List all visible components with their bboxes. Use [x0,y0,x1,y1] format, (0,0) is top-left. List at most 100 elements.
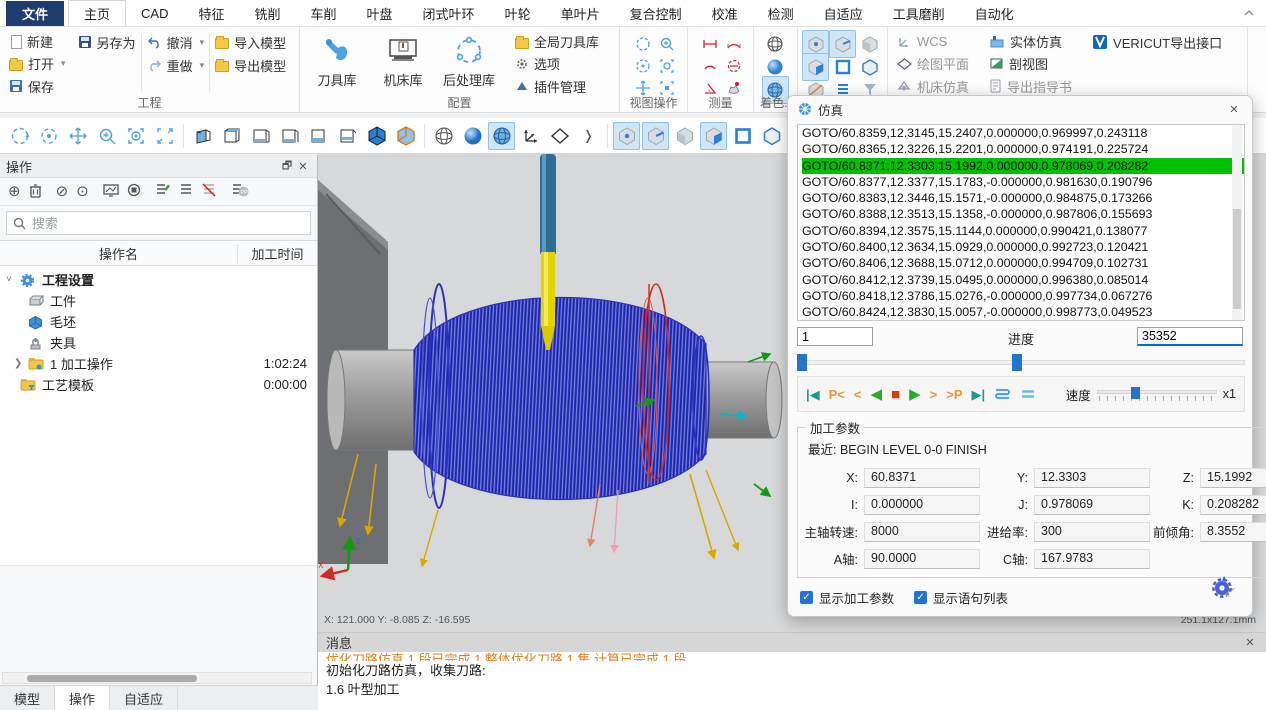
menu-file-tab[interactable]: 文件 [6,1,64,26]
goto-line[interactable]: GOTO/60.8394,12.3575,15.1144,0.000000,0.… [802,223,1244,239]
dropdown-arrow-icon[interactable]: ▾ [200,60,205,71]
pick-face-icon[interactable] [671,122,698,150]
goto-line[interactable]: GOTO/60.8377,12.3377,15.1783,-0.000000,0… [802,174,1244,190]
disable-operation-icon[interactable]: ⊙ [76,184,89,199]
view-top-icon[interactable] [305,122,332,150]
menu-tab[interactable]: 工具磨削 [878,0,960,26]
step-back-button[interactable]: < [854,388,862,401]
post-process-icon[interactable]: PP [231,183,249,200]
slider-handle-progress[interactable] [1012,354,1022,371]
progress-slider[interactable] [797,354,1245,372]
view-bottom-icon[interactable] [334,122,361,150]
panel-tab[interactable]: 模型 [0,686,55,710]
export-model-button[interactable]: 导出模型 [212,55,289,75]
section-view-button[interactable]: 剖视图 [986,54,1075,73]
goto-line[interactable]: GOTO/60.8383,12.3446,15.1571,-0.000000,0… [802,190,1244,206]
orbit-icon[interactable] [6,122,33,150]
show-statement-list-checkbox[interactable]: ✓ 显示语句列表 [914,588,1008,607]
export-guide-button[interactable]: 导出指导书 [986,77,1075,96]
draw-plane-toggle-icon[interactable] [546,122,573,150]
simulation-settings-icon[interactable] [1210,574,1238,603]
menu-tab[interactable]: 主页 [68,0,126,26]
axis-triad-icon[interactable] [517,122,544,150]
zoom-in-icon[interactable] [93,122,120,150]
panel-tab[interactable]: 操作 [55,686,110,710]
shaded-edges-globe-icon[interactable] [488,122,515,150]
expand-icon[interactable]: ❯ [14,358,28,369]
float-panel-icon[interactable]: 🗗 [279,158,295,174]
overflow-icon[interactable]: ❭ [575,122,602,150]
close-dialog-icon[interactable]: ✕ [1226,101,1242,117]
column-name[interactable]: 操作名 [0,244,237,263]
orbit-center-icon[interactable] [35,122,62,150]
panel-tab[interactable]: 自适应 [110,686,178,710]
menu-tab[interactable]: CAD [126,0,183,26]
goto-line[interactable]: GOTO/60.8418,12.3786,15.0276,-0.000000,0… [802,288,1244,304]
tool-library-button[interactable]: 刀具库 [306,30,368,96]
menu-tab[interactable]: 铣削 [240,0,296,26]
tree-row-workpiece[interactable]: 工件 [0,290,317,311]
column-time[interactable]: 加工时间 [237,244,317,263]
shaded-sphere-icon[interactable] [459,122,486,150]
goto-line[interactable]: GOTO/60.8388,12.3513,15.1358,-0.000000,0… [802,206,1244,222]
zoom-window-icon[interactable] [122,122,149,150]
solid-sim-button[interactable]: 实体仿真 [986,32,1075,51]
speed-slider[interactable] [1097,387,1217,401]
wireframe-globe-icon[interactable] [430,122,457,150]
menu-tab[interactable]: 复合控制 [615,0,697,26]
clear-list-icon[interactable] [201,183,217,200]
menu-tab[interactable]: 检测 [753,0,809,26]
view-left-icon[interactable] [247,122,274,150]
undo-button[interactable]: 撤消▾ [144,32,208,52]
delete-operation-icon[interactable] [29,183,42,201]
prev-operation-button[interactable]: P< [829,388,845,401]
machine-sim-button[interactable]: 机床仿真 [894,77,972,96]
tree-row-op-group[interactable]: ❯ 1 加工操作 1:02:24 [0,353,317,374]
scrollbar-thumb[interactable] [1233,209,1241,309]
tree-row-blank[interactable]: 毛坯 [0,311,317,332]
speed-handle[interactable] [1131,387,1140,399]
menu-tab[interactable]: 自适应 [809,0,878,26]
goto-line[interactable]: GOTO/60.8406,12.3688,15.0712,0.000000,0.… [802,255,1244,271]
tree-row-project-settings[interactable]: ˅ 工程设置 [0,269,317,290]
menu-tab[interactable]: 叶盘 [352,0,408,26]
play-backward-button[interactable]: ◀ [871,387,883,402]
scrollbar-thumb[interactable] [27,675,197,682]
goto-line[interactable]: GOTO/60.8412,12.3739,15.0495,0.000000,0.… [802,272,1244,288]
list-icon[interactable] [179,183,193,200]
view-right-icon[interactable] [276,122,303,150]
postprocessor-library-button[interactable]: 后处理库 [438,30,500,96]
pick-frame-icon[interactable] [729,122,756,150]
horizontal-scrollbar[interactable] [2,672,312,684]
step-forward-button[interactable]: > [930,388,938,401]
close-panel-icon[interactable]: ✕ [295,158,311,174]
search-box[interactable] [6,211,311,235]
save-as-button[interactable]: 另存为 [75,32,139,52]
dialog-title-bar[interactable]: 仿真 ✕ [788,96,1252,122]
close-message-icon[interactable]: ✕ [1242,635,1258,651]
next-operation-button[interactable]: >P [946,388,962,401]
goto-line[interactable]: GOTO/60.8371,12.3303,15.1992,0.000000,0.… [802,158,1244,174]
goto-statement-list[interactable]: GOTO/60.8359,12.3145,15.2407,0.000000,0.… [797,124,1245,321]
draw-plane-button[interactable]: 绘图平面 [894,54,972,73]
fit-window-icon[interactable] [151,122,178,150]
show-params-checkbox[interactable]: ✓ 显示加工参数 [800,588,894,607]
goto-line[interactable]: GOTO/60.8424,12.3830,15.0057,-0.000000,0… [802,304,1244,320]
skip-to-start-button[interactable]: |◀ [806,388,820,401]
toolpath-trace-icon[interactable] [994,387,1011,401]
menu-tab[interactable]: 校准 [697,0,753,26]
goto-line[interactable]: GOTO/60.8400,12.3634,15.0929,0.000000,0.… [802,239,1244,255]
view-iso-icon[interactable] [363,122,390,150]
stop-button[interactable]: ■ [891,387,900,402]
progress-input[interactable] [1137,327,1243,346]
machine-library-button[interactable]: 机床库 [372,30,434,96]
view-iso-back-icon[interactable] [392,122,419,150]
menu-tab[interactable]: 特征 [183,0,239,26]
vericut-export-button[interactable]: VERICUT导出接口 [1089,32,1225,52]
menu-tab[interactable]: 自动化 [960,0,1029,26]
pick-edge-icon[interactable] [642,122,669,150]
wcs-button[interactable]: WCS [894,32,972,51]
pick-vertex-icon[interactable] [613,122,640,150]
global-tool-library-button[interactable]: 全局刀具库 [512,32,602,51]
menu-tab[interactable]: 叶轮 [490,0,546,26]
